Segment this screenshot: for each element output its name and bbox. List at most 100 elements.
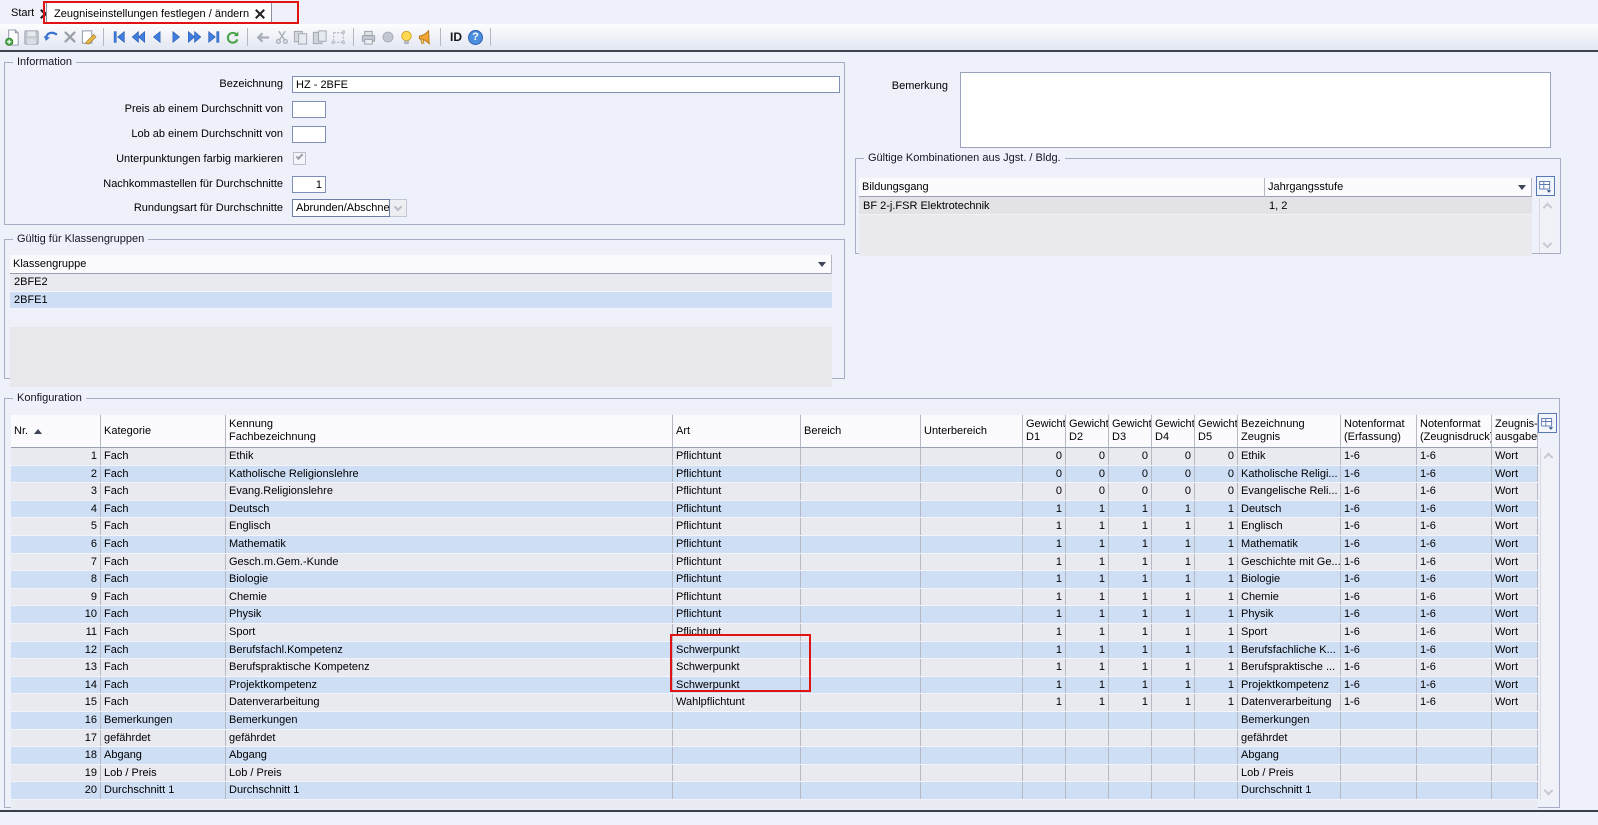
bemerkung-textarea[interactable]	[960, 72, 1551, 148]
column-header[interactable]: Notenformat(Erfassung)	[1341, 415, 1417, 447]
back-arrow-icon[interactable]	[253, 27, 272, 47]
rundungsart-label: Rundungsart für Durchschnitte	[5, 200, 283, 217]
table-row[interactable]: 12FachBerufsfachl.KompetenzSchwerpunkt11…	[11, 642, 1538, 660]
column-header[interactable]: Kategorie	[101, 415, 226, 447]
dropdown-arrow-icon[interactable]	[818, 262, 826, 267]
table-cell: 0	[1066, 483, 1109, 500]
table-row[interactable]: BF 2-j.FSR Elektrotechnik1, 2	[859, 197, 1532, 215]
table-cell	[1492, 730, 1538, 747]
vertical-scrollbar[interactable]	[1539, 198, 1555, 253]
column-header[interactable]: BezeichnungZeugnis	[1238, 415, 1341, 447]
dropdown-button[interactable]	[390, 199, 407, 217]
record-circle-icon[interactable]	[378, 27, 397, 47]
column-header[interactable]: GewichtD5	[1195, 415, 1238, 447]
table-row[interactable]: 16BemerkungenBemerkungenBemerkungen	[11, 712, 1538, 730]
column-chooser-button[interactable]	[1538, 413, 1557, 433]
table-row[interactable]: 20Durchschnitt 1Durchschnitt 1Durchschni…	[11, 782, 1538, 800]
copy-icon[interactable]	[291, 27, 310, 47]
table-row[interactable]: 1FachEthikPflichtunt00000Ethik1-61-6Wort	[11, 448, 1538, 466]
table-cell: 1	[1109, 554, 1152, 571]
table-row[interactable]: 11FachSportPflichtunt11111Sport1-61-6Wor…	[11, 624, 1538, 642]
table-row[interactable]: 8FachBiologiePflichtunt11111Biologie1-61…	[11, 571, 1538, 589]
column-header[interactable]: Art	[673, 415, 801, 447]
previous-icon[interactable]	[147, 27, 166, 47]
column-header[interactable]: Nr.	[11, 415, 101, 447]
undo-icon[interactable]	[41, 27, 60, 47]
next-fast-icon[interactable]	[185, 27, 204, 47]
table-row[interactable]: 14FachProjektkompetenzSchwerpunkt11111Pr…	[11, 677, 1538, 695]
column-header[interactable]: Notenformat(Zeugnisdruck)	[1417, 415, 1492, 447]
paste-icon[interactable]	[310, 27, 329, 47]
delete-icon[interactable]	[60, 27, 79, 47]
new-record-icon[interactable]	[3, 27, 22, 47]
last-record-icon[interactable]	[204, 27, 223, 47]
table-row[interactable]: 2FachKatholische ReligionslehrePflichtun…	[11, 466, 1538, 484]
vertical-scrollbar[interactable]	[1540, 448, 1556, 800]
id-button[interactable]: ID	[446, 30, 466, 44]
list-item[interactable]: 2BFE1	[10, 292, 832, 310]
rundungsart-combobox[interactable]: Abrunden/Abschneiden	[292, 199, 407, 217]
first-record-icon[interactable]	[109, 27, 128, 47]
unterpunktungen-checkbox[interactable]	[293, 152, 306, 165]
table-row[interactable]: 10FachPhysikPflichtunt11111Physik1-61-6W…	[11, 606, 1538, 624]
column-header[interactable]: GewichtD4	[1152, 415, 1195, 447]
table-cell: Datenverarbeitung	[1238, 694, 1341, 711]
table-row[interactable]: 5FachEnglischPflichtunt11111Englisch1-61…	[11, 518, 1538, 536]
list-item[interactable]: 2BFE2	[10, 274, 832, 292]
scroll-down-icon[interactable]	[1543, 239, 1553, 249]
column-header[interactable]: Unterbereich	[921, 415, 1023, 447]
lob-input[interactable]	[292, 126, 326, 143]
table-row[interactable]: 13FachBerufspraktische KompetenzSchwerpu…	[11, 659, 1538, 677]
column-header-bildungsgang[interactable]: Bildungsgang	[859, 178, 1265, 197]
table-cell: Katholische Religionslehre	[226, 466, 673, 483]
table-cell: 1-6	[1341, 466, 1417, 483]
table-cell: Englisch	[226, 518, 673, 535]
table-row[interactable]: 3FachEvang.ReligionslehrePflichtunt00000…	[11, 483, 1538, 501]
previous-fast-icon[interactable]	[128, 27, 147, 47]
scroll-up-icon[interactable]	[1544, 453, 1554, 463]
column-header[interactable]: Bereich	[801, 415, 921, 447]
table-row[interactable]: 7FachGesch.m.Gem.-KundePflichtunt11111Ge…	[11, 554, 1538, 572]
dropdown-arrow-icon[interactable]	[1518, 185, 1526, 190]
table-cell: 1	[1109, 518, 1152, 535]
table-row[interactable]: 6FachMathematikPflichtunt11111Mathematik…	[11, 536, 1538, 554]
table-row[interactable]: 17gefährdetgefährdetgefährdet	[11, 730, 1538, 748]
print-icon[interactable]	[359, 27, 378, 47]
close-icon[interactable]	[255, 9, 264, 18]
column-chooser-button[interactable]	[1536, 176, 1555, 196]
table-cell: 1-6	[1341, 606, 1417, 623]
table-row[interactable]: 18AbgangAbgangAbgang	[11, 747, 1538, 765]
table-row[interactable]: 19Lob / PreisLob / PreisLob / Preis	[11, 765, 1538, 783]
cut-icon[interactable]	[272, 27, 291, 47]
scroll-down-icon[interactable]	[1544, 786, 1554, 796]
column-header[interactable]: GewichtD1	[1023, 415, 1066, 447]
hint-bulb-icon[interactable]	[397, 27, 416, 47]
table-cell: 0	[1195, 466, 1238, 483]
nachkommastellen-input[interactable]	[292, 176, 326, 193]
tab-zeugniseinstellungen[interactable]: Zeugniseinstellungen festlegen / ändern	[46, 2, 272, 24]
table-cell	[801, 712, 921, 729]
table-row[interactable]: 15FachDatenverarbeitungWahlpflichtunt111…	[11, 694, 1538, 712]
select-region-icon[interactable]	[329, 27, 348, 47]
help-icon[interactable]: ?	[466, 27, 485, 47]
edit-icon[interactable]	[79, 27, 98, 47]
table-row[interactable]: 9FachChemiePflichtunt11111Chemie1-61-6Wo…	[11, 589, 1538, 607]
save-icon[interactable]	[22, 27, 41, 47]
table-cell: 2	[11, 466, 101, 483]
table-cell	[801, 730, 921, 747]
preis-input[interactable]	[292, 101, 326, 118]
column-header[interactable]: KennungFachbezeichnung	[226, 415, 673, 447]
column-header-klassengruppe[interactable]: Klassengruppe	[10, 255, 832, 274]
column-header-jahrgangsstufe[interactable]: Jahrgangsstufe	[1265, 178, 1532, 197]
column-header[interactable]: Zeugnis-ausgabe	[1492, 415, 1538, 447]
column-header[interactable]: GewichtD2	[1066, 415, 1109, 447]
notification-horn-icon[interactable]	[416, 27, 435, 47]
scroll-up-icon[interactable]	[1543, 203, 1553, 213]
table-cell: Geschichte mit Ge...	[1238, 554, 1341, 571]
table-cell	[801, 483, 921, 500]
next-icon[interactable]	[166, 27, 185, 47]
column-header[interactable]: GewichtD3	[1109, 415, 1152, 447]
table-row[interactable]: 4FachDeutschPflichtunt11111Deutsch1-61-6…	[11, 501, 1538, 519]
refresh-icon[interactable]	[223, 27, 242, 47]
sort-ascending-icon[interactable]	[34, 429, 42, 434]
